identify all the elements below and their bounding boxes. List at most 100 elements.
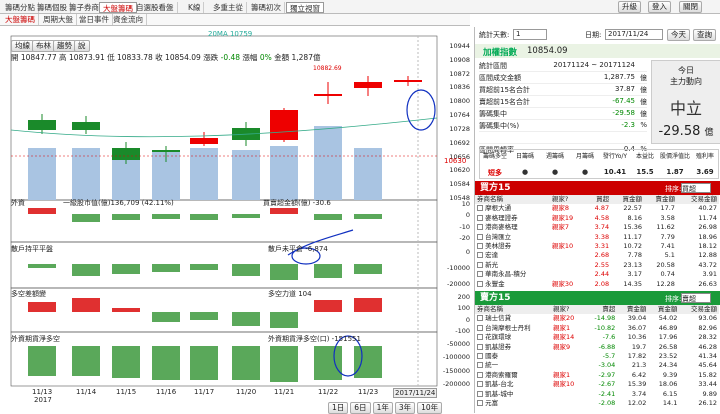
table-cell: 3.74 bbox=[594, 223, 610, 232]
table-row[interactable]: 凱基證券 親家9 -6.88 19.7 26.58 46.28 bbox=[475, 343, 719, 352]
table-row[interactable]: 摩根大通 親家8 4.87 22.57 17.7 40.27 bbox=[475, 204, 719, 213]
date-input[interactable]: 2017/11/24 bbox=[605, 29, 663, 40]
table-row[interactable]: 統一 -3.04 21.3 24.34 45.64 bbox=[475, 361, 719, 370]
table-cell: 親家10 bbox=[551, 242, 574, 251]
chart-btn-ma[interactable]: 均線 bbox=[11, 40, 34, 52]
tab-3[interactable]: 大盤籌碼 bbox=[99, 2, 137, 13]
subtab-3[interactable]: 資金流向 bbox=[110, 14, 147, 25]
stat-row: 賣超前15名合計 -67.45 億 bbox=[479, 97, 647, 108]
table-row[interactable]: 美林證券 親家10 3.31 10.72 7.41 18.12 bbox=[475, 242, 719, 251]
tab-2[interactable]: 籌子券商 bbox=[66, 2, 103, 13]
broker-name[interactable]: 永豐金 bbox=[483, 280, 505, 288]
broker-name[interactable]: 台灣匯立 bbox=[483, 233, 511, 241]
col-header[interactable]: 買金額 bbox=[648, 305, 679, 314]
table-row[interactable]: 華南永昌-積分 2.44 3.17 0.74 3.91 bbox=[475, 270, 719, 279]
table-row[interactable]: 永豐金 親家30 2.08 14.35 12.28 26.63 bbox=[475, 280, 719, 289]
panel4-label[interactable]: 外資期貨淨多空 bbox=[11, 334, 60, 344]
broker-name[interactable]: 凱基-台北 bbox=[483, 380, 513, 388]
broker-name[interactable]: 港商麥格理 bbox=[483, 223, 518, 231]
col-header[interactable]: 券商名稱 bbox=[475, 195, 550, 204]
panel3-label[interactable]: 多空差額變 bbox=[11, 289, 46, 299]
buy-sort-select[interactable]: 買超 bbox=[681, 183, 711, 193]
broker-name[interactable]: 花旗環球 bbox=[483, 333, 511, 341]
table-row[interactable]: 凱基-台北 親家10 -2.67 15.39 18.06 33.44 bbox=[475, 380, 719, 389]
tab-4[interactable]: 自選股看盤 bbox=[133, 2, 178, 13]
col-header[interactable]: 買金額 bbox=[611, 195, 644, 204]
chart-btn-trend[interactable]: 趨勢 bbox=[53, 40, 76, 52]
table-cell: 3.91 bbox=[702, 270, 717, 279]
broker-name[interactable]: 麥格理證券 bbox=[483, 214, 518, 222]
broker-name[interactable]: 國泰 bbox=[483, 352, 498, 360]
date-label: 日期: bbox=[585, 31, 602, 39]
broker-name[interactable]: 元富 bbox=[483, 399, 498, 407]
range-1d[interactable]: 1日 bbox=[328, 402, 349, 414]
mini-cell: ● bbox=[521, 168, 529, 176]
range-1y[interactable]: 1年 bbox=[372, 402, 393, 414]
chart-btn-explain[interactable]: 說 bbox=[74, 40, 90, 52]
broker-name[interactable]: 統一 bbox=[483, 361, 498, 369]
broker-name[interactable]: 美林證券 bbox=[483, 242, 511, 250]
broker-name[interactable]: 凱基證券 bbox=[483, 343, 511, 351]
col-header[interactable]: 賣超 bbox=[584, 305, 617, 314]
table-cell: 8.16 bbox=[627, 213, 643, 222]
table-row[interactable]: 凱基-城中 -2.41 3.74 6.15 9.89 bbox=[475, 390, 719, 399]
broker-name[interactable]: 宏達 bbox=[483, 251, 498, 259]
col-header[interactable]: 交易金額 bbox=[679, 305, 719, 314]
table-row[interactable]: 麥格理證券 親家19 4.58 8.16 3.58 11.74 bbox=[475, 214, 719, 223]
range-10y[interactable]: 10年 bbox=[417, 402, 443, 414]
table-row[interactable]: 台灣摩根士丹利 親家1 -10.82 36.07 46.89 82.96 bbox=[475, 324, 719, 333]
tab-7[interactable]: 籌碼初次 bbox=[248, 2, 285, 13]
col-header[interactable]: 券商名稱 bbox=[475, 305, 551, 314]
table-header: 券商名稱 親家? 賣超 賣金額 買金額 交易金額 bbox=[475, 305, 719, 315]
range-6d[interactable]: 6日 bbox=[350, 402, 371, 414]
broker-name[interactable]: 新光 bbox=[483, 261, 498, 269]
login-button[interactable]: 登入 bbox=[648, 1, 671, 13]
table-cell: 10.36 bbox=[627, 333, 647, 342]
panel1-label[interactable]: 外資 bbox=[11, 198, 25, 208]
broker-name[interactable]: 摩根大通 bbox=[483, 204, 511, 212]
table-row[interactable]: 新光 2.55 23.13 20.58 43.72 bbox=[475, 261, 719, 270]
table-cell bbox=[551, 361, 584, 370]
tab-5[interactable]: K線 bbox=[185, 2, 205, 13]
subtab-2[interactable]: 當日事件 bbox=[76, 14, 113, 25]
table-row[interactable]: 國泰 -5.7 17.82 23.52 41.34 bbox=[475, 352, 719, 361]
table-row[interactable]: 港商麥格理 親家7 3.74 15.36 11.62 26.98 bbox=[475, 223, 719, 232]
table-row[interactable]: 元富 -2.08 12.02 14.1 26.12 bbox=[475, 399, 719, 408]
table-row[interactable]: 花旗環球 親家14 -7.6 10.36 17.96 28.32 bbox=[475, 333, 719, 342]
sell-sort-select[interactable]: 賣超 bbox=[681, 293, 711, 303]
chart-btn-bb[interactable]: 布林 bbox=[32, 40, 55, 52]
table-row[interactable]: 港商索羅爾 親家1 -2.97 6.42 9.39 15.82 bbox=[475, 371, 719, 380]
query-button[interactable]: 查詢 bbox=[693, 29, 716, 41]
table-cell: 93.06 bbox=[698, 314, 717, 323]
subtab-1[interactable]: 周期大盤 bbox=[40, 14, 77, 25]
broker-name[interactable]: 華南永昌-積分 bbox=[483, 270, 526, 278]
col-header[interactable]: 賣金額 bbox=[644, 195, 677, 204]
count-select[interactable]: 1 bbox=[513, 29, 547, 40]
subtab-0[interactable]: 大盤籌碼 bbox=[2, 14, 39, 25]
tab-6[interactable]: 多重主從 bbox=[210, 2, 247, 13]
col-header[interactable]: 賣金額 bbox=[617, 305, 648, 314]
col-header[interactable]: 交易金額 bbox=[677, 195, 719, 204]
today-button[interactable]: 今天 bbox=[667, 29, 690, 41]
y-tick: 0 bbox=[465, 315, 470, 324]
broker-name[interactable]: 港商索羅爾 bbox=[483, 371, 518, 379]
p1-bar bbox=[314, 214, 342, 220]
range-nav: 1日 6日 1年 3年 10年 bbox=[328, 402, 443, 414]
panel2-label[interactable]: 散戶持平平盤 bbox=[11, 244, 53, 254]
tab-8[interactable]: 獨立視窗 bbox=[286, 2, 324, 13]
upgrade-button[interactable]: 升級 bbox=[618, 1, 641, 13]
table-row[interactable]: 台灣匯立 3.38 11.17 7.79 18.96 bbox=[475, 233, 719, 242]
col-header[interactable]: 親家? bbox=[551, 305, 584, 314]
broker-name[interactable]: 凱基-城中 bbox=[483, 390, 513, 398]
col-header[interactable]: 買超 bbox=[585, 195, 611, 204]
p1-bar bbox=[72, 214, 100, 222]
index-name: 加權指數 bbox=[483, 48, 518, 58]
range-3y[interactable]: 3年 bbox=[394, 402, 416, 414]
table-row[interactable]: 宏達 2.68 7.78 5.1 12.88 bbox=[475, 251, 719, 260]
broker-name[interactable]: 瑞士信貸 bbox=[483, 314, 511, 322]
broker-name[interactable]: 台灣摩根士丹利 bbox=[483, 324, 531, 332]
p2-bar bbox=[72, 264, 100, 276]
table-row[interactable]: 瑞士信貸 親家20 -14.98 39.04 54.02 93.06 bbox=[475, 314, 719, 323]
col-header[interactable]: 親家? bbox=[550, 195, 585, 204]
close-button[interactable]: 關閉 bbox=[679, 1, 702, 13]
